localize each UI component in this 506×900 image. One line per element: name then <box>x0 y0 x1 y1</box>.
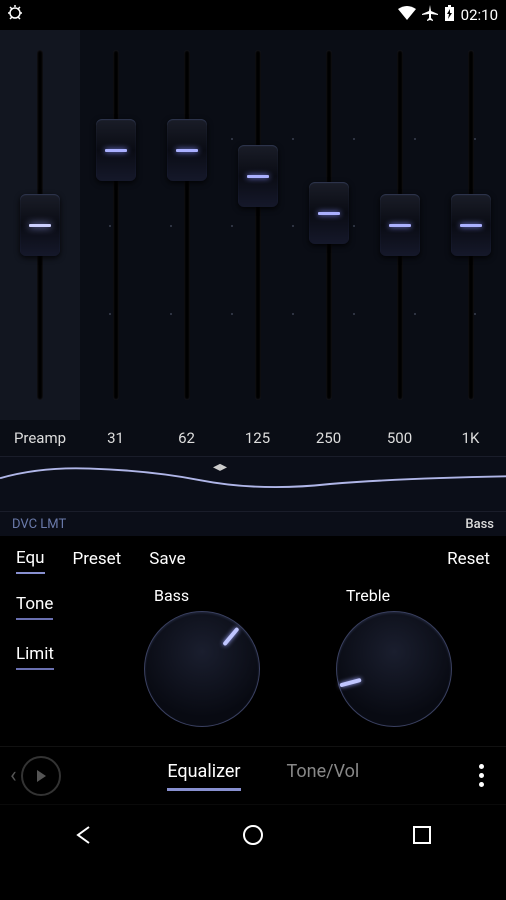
band-label: 31 <box>80 429 151 447</box>
equalizer-sliders <box>0 30 506 420</box>
band-label: 1K <box>435 429 506 447</box>
dvc-lmt-label: DVC LMT <box>12 517 66 532</box>
wifi-icon <box>398 6 416 24</box>
eq-curve[interactable]: ◂▸ <box>0 456 506 512</box>
nav-home-icon[interactable] <box>238 820 268 850</box>
eq-bands <box>80 30 506 420</box>
treble-knob[interactable] <box>336 611 452 727</box>
band-slider-125[interactable] <box>238 145 278 207</box>
battery-icon <box>444 5 455 25</box>
back-chevron-icon[interactable]: ‹ <box>10 763 17 788</box>
status-bar: 02:10 <box>0 0 506 30</box>
band-label: 500 <box>364 429 435 447</box>
band-slider-500[interactable] <box>380 194 420 256</box>
nav-back-icon[interactable] <box>69 820 99 850</box>
bass-knob[interactable] <box>144 611 260 727</box>
band-slider-62[interactable] <box>167 119 207 181</box>
preamp-slider[interactable] <box>20 194 60 256</box>
limit-toggle[interactable]: Limit <box>16 644 54 670</box>
treble-label: Treble <box>346 586 390 605</box>
status-time: 02:10 <box>461 6 498 24</box>
play-button[interactable] <box>21 756 61 796</box>
airplane-icon <box>422 5 438 25</box>
preamp-column <box>0 30 80 420</box>
android-nav-bar <box>0 804 506 864</box>
band-label: 250 <box>293 429 364 447</box>
band-track <box>113 50 119 400</box>
scroll-arrows-icon: ◂▸ <box>213 459 227 475</box>
debug-icon <box>8 7 22 25</box>
tone-toggle[interactable]: Tone <box>16 594 53 620</box>
tab-tonevol[interactable]: Tone/Vol <box>287 761 360 791</box>
bottom-tabs: ‹ Equalizer Tone/Vol <box>0 746 506 804</box>
band-track <box>184 50 190 400</box>
tone-controls: Tone Limit Bass Treble <box>0 586 506 746</box>
eq-info-row: DVC LMT Bass <box>0 512 506 536</box>
overflow-menu-icon[interactable] <box>466 764 496 787</box>
eq-labels-row: Preamp 31621252505001K <box>0 420 506 456</box>
tab-equalizer[interactable]: Equalizer <box>167 761 240 791</box>
equ-button[interactable]: Equ <box>16 548 45 574</box>
band-track <box>255 50 261 400</box>
band-label: 125 <box>222 429 293 447</box>
preamp-label: Preamp <box>0 429 80 447</box>
eq-controls-row: Equ Preset Save Reset <box>0 536 506 586</box>
band-slider-250[interactable] <box>309 182 349 244</box>
save-button[interactable]: Save <box>149 549 185 573</box>
bass-label: Bass <box>154 586 189 605</box>
preset-button[interactable]: Preset <box>73 549 122 573</box>
nav-recent-icon[interactable] <box>407 820 437 850</box>
band-slider-1K[interactable] <box>451 194 491 256</box>
preset-name: Bass <box>465 517 494 532</box>
band-label: 62 <box>151 429 222 447</box>
band-slider-31[interactable] <box>96 119 136 181</box>
reset-button[interactable]: Reset <box>447 549 490 573</box>
